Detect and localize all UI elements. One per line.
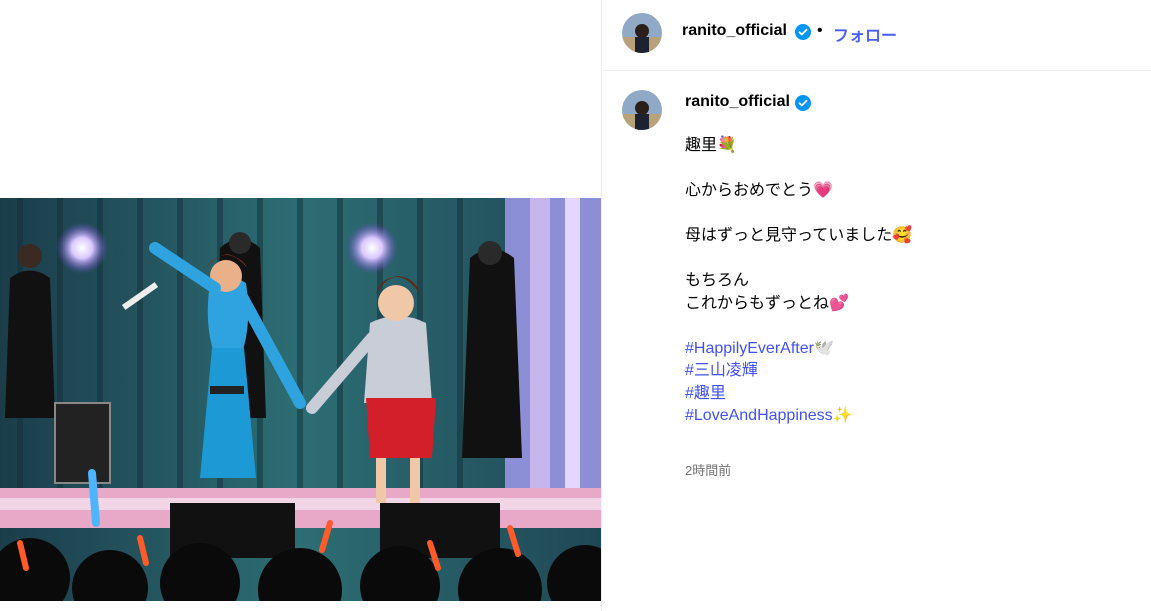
- hashtag-link[interactable]: #LoveAndHappiness✨: [685, 405, 1125, 428]
- verified-badge-icon: [795, 95, 811, 111]
- post-timestamp[interactable]: 2時間前: [685, 460, 731, 479]
- username-link[interactable]: ranito_official: [682, 22, 787, 40]
- post-photo[interactable]: [0, 198, 601, 601]
- caption-line: これからもずっとね💕: [685, 294, 849, 312]
- caption-line: 母はずっと見守っていました🥰: [685, 227, 913, 244]
- hashtag-link[interactable]: #趣里: [685, 383, 1125, 406]
- post-caption: 趣里💐 心からおめでとう💗 母はずっと見守っていました🥰 もちろん これからもず…: [685, 135, 1125, 428]
- post-header: ranito_official • フォロー: [602, 0, 1151, 71]
- caption-line: もちろん: [685, 272, 750, 289]
- hashtag-link[interactable]: #三山凌輝: [685, 360, 1125, 383]
- follow-button[interactable]: フォロー: [833, 22, 897, 46]
- hashtag-link[interactable]: #HappilyEverAfter🕊️: [685, 338, 1125, 361]
- caption-avatar[interactable]: [622, 90, 662, 130]
- caption-username-link[interactable]: ranito_official: [685, 93, 790, 111]
- separator-dot: •: [817, 22, 823, 39]
- avatar[interactable]: [622, 13, 662, 53]
- post-media-pane: [0, 0, 601, 611]
- caption-line: 心からおめでとう💗: [685, 182, 833, 199]
- verified-badge-icon: [795, 24, 811, 40]
- post-sidebar: ranito_official • フォロー ranito_official 趣…: [602, 0, 1151, 611]
- caption-line: 趣里💐: [685, 137, 737, 154]
